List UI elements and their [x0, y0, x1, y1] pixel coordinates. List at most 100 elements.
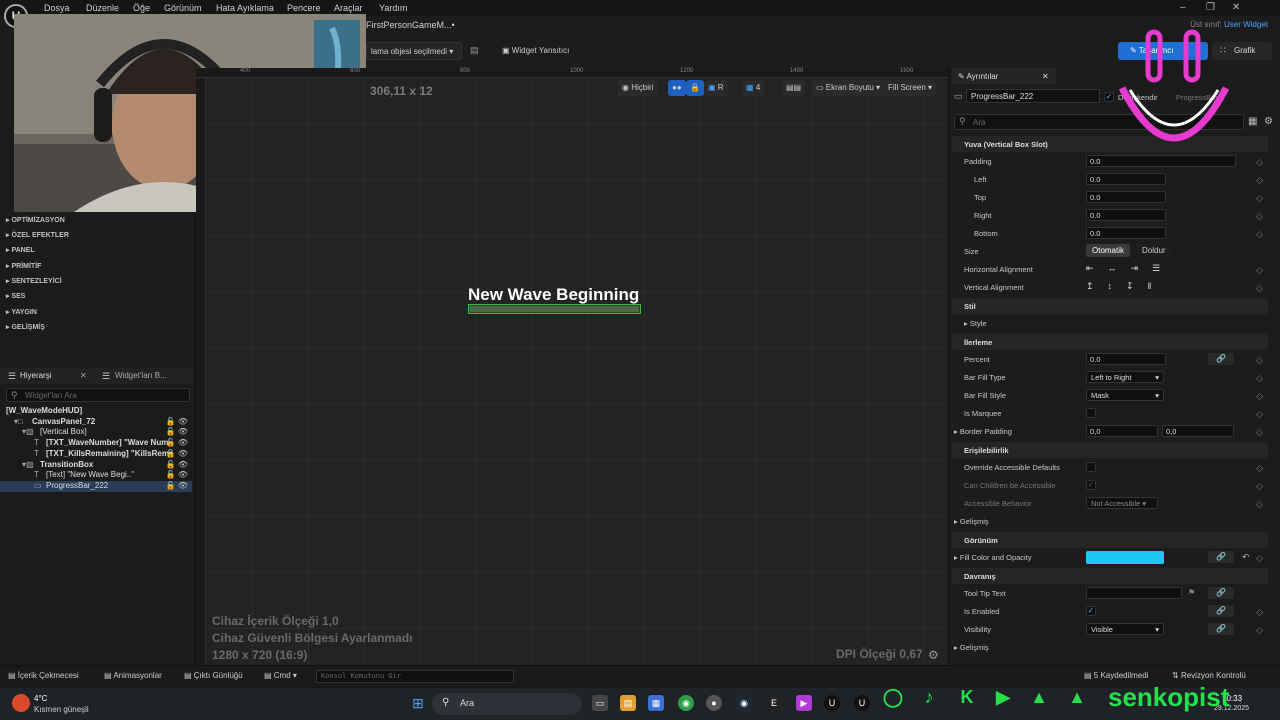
- content-drawer-button[interactable]: ▤ İçerik Çekmecesi: [8, 671, 79, 680]
- menu-file[interactable]: Dosya: [44, 3, 70, 13]
- reset-diamond-icon[interactable]: ◇: [1256, 373, 1263, 384]
- bar-fill-style-dropdown[interactable]: Mask ▾: [1086, 389, 1164, 401]
- selection-dropdown[interactable]: lama objesi seçilmedi ▾: [366, 42, 462, 60]
- lock-icon[interactable]: 🔒: [686, 80, 704, 96]
- settings-icon[interactable]: ⚙: [1264, 116, 1273, 127]
- task-view-icon[interactable]: ▭: [592, 695, 608, 711]
- padding-right-field[interactable]: 0.0: [1086, 209, 1166, 221]
- unreal-taskbar-icon-2[interactable]: U: [854, 695, 870, 711]
- tree-row[interactable]: T [TXT_WaveNumber] "Wave Num 🔓 👁: [0, 438, 192, 449]
- is-enabled-checkbox[interactable]: ✓: [1086, 606, 1096, 616]
- hierarchy-search-input[interactable]: Widget'ları Ara: [6, 388, 190, 402]
- section-accessibility[interactable]: Erişilebilirlik: [952, 442, 1268, 458]
- chrome-icon[interactable]: ◉: [678, 695, 694, 711]
- size-auto-toggle[interactable]: Otomatik: [1086, 244, 1131, 257]
- reset-diamond-icon[interactable]: ◇: [1256, 625, 1263, 636]
- reset-diamond-icon[interactable]: ◇: [1256, 391, 1263, 402]
- gear-icon[interactable]: ⚙: [928, 648, 939, 662]
- reset-diamond-icon[interactable]: ◇: [1256, 607, 1263, 618]
- lock-eye-icon[interactable]: 🔓 👁: [166, 449, 188, 458]
- reset-diamond-icon[interactable]: ◇: [1256, 427, 1263, 438]
- reset-diamond-icon[interactable]: ◇: [1256, 175, 1263, 186]
- reset-diamond-icon[interactable]: ◇: [1256, 499, 1263, 510]
- percent-field[interactable]: 0.0: [1086, 353, 1166, 365]
- table-view-icon[interactable]: ▦: [1248, 116, 1257, 127]
- section-appearance[interactable]: Görünüm: [952, 532, 1268, 548]
- reset-diamond-icon[interactable]: ◇: [1256, 463, 1263, 474]
- menu-debug[interactable]: Hata Ayıklama: [216, 3, 274, 13]
- section-progress[interactable]: İlerleme: [952, 334, 1268, 350]
- store-icon[interactable]: ▦: [648, 695, 664, 711]
- size-fill-toggle[interactable]: Doldur: [1136, 244, 1172, 257]
- revision-control-button[interactable]: ⇅ Revizyon Kontrolü: [1172, 671, 1246, 680]
- epic-icon[interactable]: E: [766, 695, 782, 711]
- reset-diamond-icon[interactable]: ◇: [1256, 157, 1263, 168]
- visibility-dropdown[interactable]: Visible ▾: [1086, 623, 1164, 635]
- designer-canvas[interactable]: [196, 68, 948, 665]
- padding-left-field[interactable]: 0.0: [1086, 173, 1166, 185]
- menu-view[interactable]: Görünüm: [164, 3, 202, 13]
- palette-category[interactable]: ▸ ÖZEL EFEKTLER: [6, 231, 69, 239]
- taskbar-search[interactable]: Ara: [432, 693, 582, 715]
- reset-diamond-icon[interactable]: ◇: [1256, 553, 1263, 564]
- widget-reflector-button[interactable]: ▣ Widget Yansıtıcı: [498, 42, 573, 60]
- grid-button[interactable]: ▦ 4: [742, 80, 765, 96]
- is-marquee-checkbox[interactable]: [1086, 408, 1096, 418]
- menu-window[interactable]: Pencere: [287, 3, 321, 13]
- widget-name-field[interactable]: ProgressBar_222: [966, 89, 1100, 103]
- advanced-expander[interactable]: ▸ Gelişmiş: [954, 517, 989, 526]
- tab-widget-bindings[interactable]: Widget'ları B...: [115, 371, 167, 380]
- menu-tools[interactable]: Araçlar: [334, 3, 363, 13]
- tree-row[interactable]: ▾▧ [Vertical Box] 🔓 👁: [0, 427, 192, 438]
- tab-details[interactable]: ✎ Ayrıntılar ✕: [952, 68, 1056, 84]
- section-behavior[interactable]: Davranış: [952, 568, 1268, 584]
- bind-icon[interactable]: 🔗: [1208, 551, 1234, 563]
- reset-diamond-icon[interactable]: ◇: [1256, 355, 1263, 366]
- reset-diamond-icon[interactable]: ◇: [1256, 265, 1263, 276]
- reset-diamond-icon[interactable]: ◇: [1256, 283, 1263, 294]
- padding-bottom-field[interactable]: 0.0: [1086, 227, 1166, 239]
- discord-icon[interactable]: ●: [706, 695, 722, 711]
- bind-icon[interactable]: 🔗: [1208, 353, 1234, 365]
- unsaved-button[interactable]: ▤ 5 Kaydedilmedi: [1084, 671, 1148, 680]
- flag-icon[interactable]: ⚑: [1188, 588, 1195, 597]
- reset-diamond-icon[interactable]: ◇: [1256, 481, 1263, 492]
- palette-category[interactable]: ▸ PRİMİTİF: [6, 262, 41, 270]
- menu-edit[interactable]: Düzenle: [86, 3, 119, 13]
- bind-icon[interactable]: 🔗: [1208, 605, 1234, 617]
- wave-beginning-text[interactable]: New Wave Beginning: [468, 285, 639, 305]
- lock-eye-icon[interactable]: 🔓 👁: [166, 481, 188, 490]
- h-align-buttons[interactable]: ⇤↔⇥☰: [1086, 263, 1174, 274]
- reset-arrow-icon[interactable]: ↶: [1242, 552, 1250, 563]
- windows-start-icon[interactable]: ⊞: [410, 695, 426, 711]
- lock-eye-icon[interactable]: 🔓 👁: [166, 460, 188, 469]
- lock-eye-icon[interactable]: 🔓 👁: [166, 417, 188, 426]
- weather-icon[interactable]: [12, 694, 30, 712]
- palette-category[interactable]: ▸ OPTİMİZASYON: [6, 216, 65, 224]
- align-icons[interactable]: ▤▤: [782, 80, 806, 96]
- palette-category[interactable]: ▸ PANEL: [6, 246, 35, 254]
- cmd-dropdown[interactable]: ▤ Cmd ▾: [264, 671, 297, 680]
- minimize-icon[interactable]: –: [1180, 2, 1186, 13]
- none-button[interactable]: ◉ Hiçbiri: [618, 80, 658, 96]
- section-style[interactable]: Stil: [952, 298, 1268, 314]
- tree-row-selected[interactable]: ▭ ProgressBar_222 🔓 👁: [0, 481, 192, 492]
- fill-color-label[interactable]: ▸ Fill Color and Opacity: [954, 553, 1032, 562]
- override-accessible-checkbox[interactable]: [1086, 462, 1096, 472]
- border-padding-x-field[interactable]: 0,0: [1086, 425, 1158, 437]
- bar-fill-type-dropdown[interactable]: Left to Right ▾: [1086, 371, 1164, 383]
- tab-hierarchy[interactable]: Hiyerarşi: [20, 371, 52, 380]
- style-label[interactable]: ▸ Style: [964, 319, 987, 328]
- palette-category[interactable]: ▸ SES: [6, 292, 25, 300]
- animations-button[interactable]: ▤ Animasyonlar: [104, 671, 162, 680]
- weather-temp[interactable]: 4°C: [34, 694, 47, 703]
- reset-diamond-icon[interactable]: ◇: [1256, 409, 1263, 420]
- asset-tab-title[interactable]: FirstPersonGameM...•: [366, 20, 455, 30]
- palette-category[interactable]: ▸ GELİŞMİŞ: [6, 323, 45, 331]
- steam-icon[interactable]: ◉: [736, 695, 752, 711]
- bind-icon[interactable]: 🔗: [1208, 623, 1234, 635]
- media-icon[interactable]: ▶: [796, 695, 812, 711]
- console-input[interactable]: Konsol Komutunu Gir: [316, 670, 514, 683]
- border-padding-label[interactable]: ▸ Border Padding: [954, 427, 1012, 436]
- bind-icon[interactable]: 🔗: [1208, 587, 1234, 599]
